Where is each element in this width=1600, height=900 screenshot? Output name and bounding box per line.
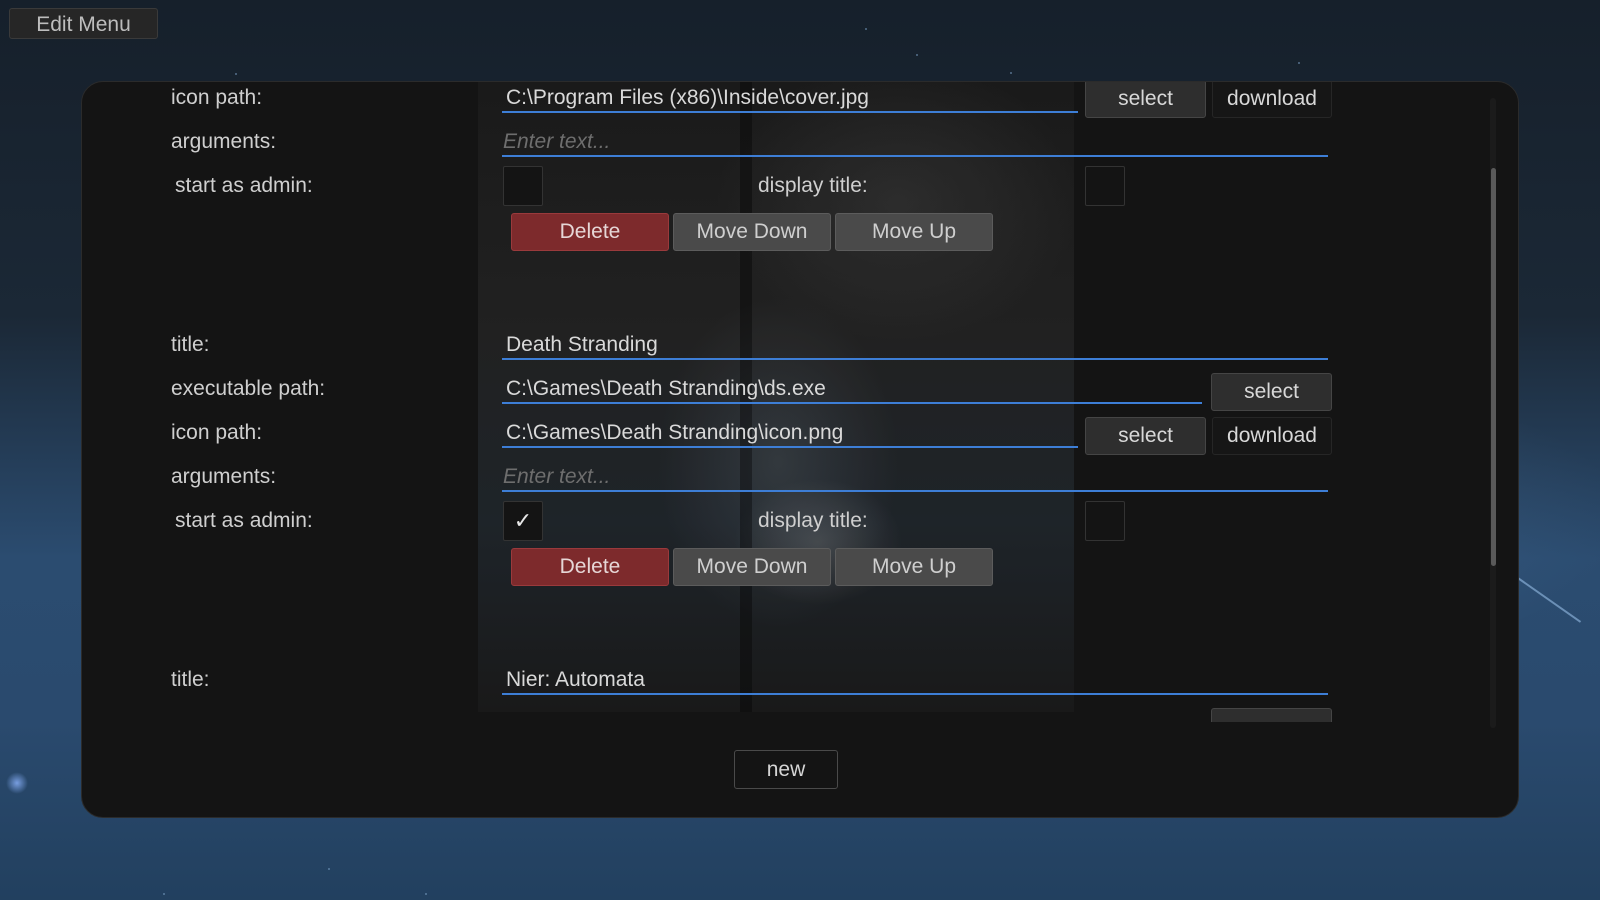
executable-select-button[interactable]: select <box>1211 373 1332 411</box>
executable-path-input[interactable]: C:\Games\Death Stranding\ds.exe <box>502 374 1202 404</box>
delete-button[interactable]: Delete <box>511 548 669 586</box>
background-glow <box>6 772 28 794</box>
start-as-admin-label: start as admin: <box>175 509 313 532</box>
background-star <box>916 54 918 56</box>
icon-path-label: icon path: <box>171 421 263 444</box>
title-label: title: <box>171 333 210 356</box>
icon-select-button[interactable]: select <box>1085 417 1206 455</box>
arguments-label: arguments: <box>171 465 277 488</box>
display-title-checkbox[interactable] <box>1085 501 1125 541</box>
background-streak <box>1514 575 1582 623</box>
background-star <box>1010 72 1012 74</box>
icon-path-input[interactable]: C:\Program Files (x86)\Inside\cover.jpg <box>502 83 1078 113</box>
background-star <box>328 868 330 870</box>
icon-path-label: icon path: <box>171 86 263 109</box>
edit-menu-panel: icon path: C:\Program Files (x86)\Inside… <box>81 81 1519 818</box>
executable-path-label: executable path: <box>171 377 326 400</box>
icon-path-input[interactable]: C:\Games\Death Stranding\icon.png <box>502 418 1078 448</box>
title-input[interactable]: Death Stranding <box>502 330 1328 360</box>
start-as-admin-label: start as admin: <box>175 174 313 197</box>
move-up-button[interactable]: Move Up <box>835 548 993 586</box>
title-input[interactable]: Nier: Automata <box>502 665 1328 695</box>
background-star <box>425 893 427 895</box>
icon-download-button[interactable]: download <box>1212 82 1332 118</box>
move-down-button[interactable]: Move Down <box>673 548 831 586</box>
background-star <box>235 73 237 75</box>
entries-list[interactable]: icon path: C:\Program Files (x86)\Inside… <box>82 82 1482 722</box>
icon-select-button[interactable]: select <box>1085 82 1206 118</box>
start-as-admin-checkbox[interactable] <box>503 166 543 206</box>
edit-menu-button[interactable]: Edit Menu <box>9 8 158 39</box>
display-title-checkbox[interactable] <box>1085 166 1125 206</box>
background-star <box>1298 62 1300 64</box>
executable-select-button[interactable] <box>1211 708 1332 722</box>
move-up-button[interactable]: Move Up <box>835 213 993 251</box>
title-label: title: <box>171 668 210 691</box>
checkmark-icon: ✓ <box>513 508 533 533</box>
background-star <box>865 28 867 30</box>
move-down-button[interactable]: Move Down <box>673 213 831 251</box>
icon-download-button[interactable]: download <box>1212 417 1332 455</box>
display-title-label: display title: <box>758 174 868 197</box>
arguments-input[interactable]: Enter text... <box>502 127 1328 157</box>
display-title-label: display title: <box>758 509 868 532</box>
arguments-input[interactable]: Enter text... <box>502 462 1328 492</box>
delete-button[interactable]: Delete <box>511 213 669 251</box>
new-entry-button[interactable]: new <box>734 750 838 789</box>
start-as-admin-checkbox[interactable]: ✓ <box>503 501 543 541</box>
scrollbar-thumb[interactable] <box>1491 168 1496 566</box>
background-star <box>163 893 165 895</box>
arguments-label: arguments: <box>171 130 277 153</box>
